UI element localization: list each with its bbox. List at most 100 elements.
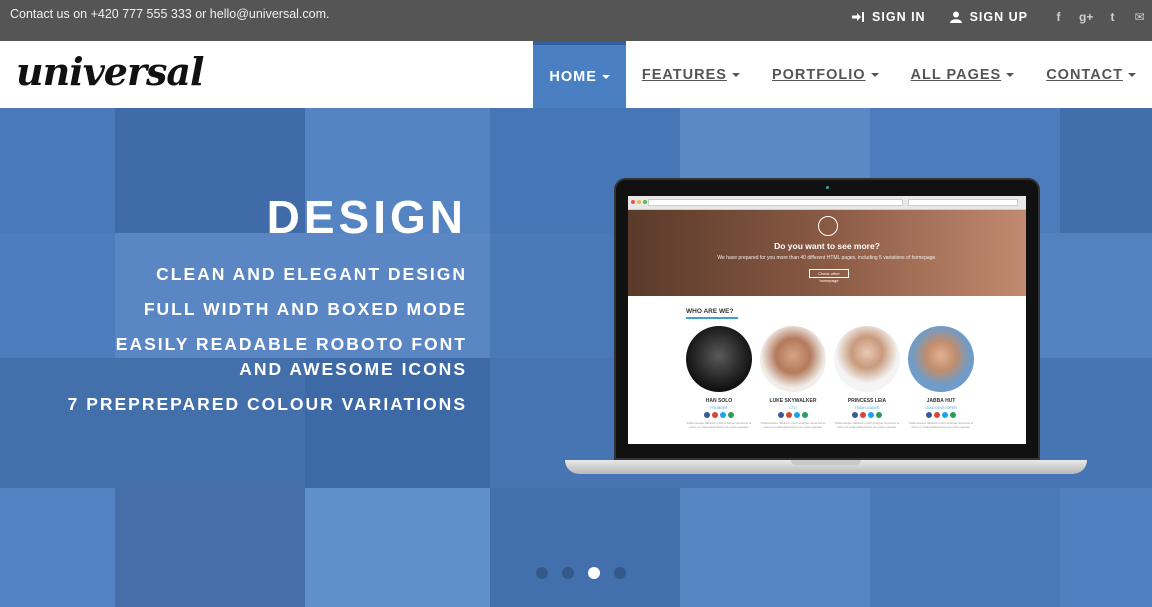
email-icon [728,412,734,418]
email-icon [950,412,956,418]
nav-item-portfolio[interactable]: PORTFOLIO [756,41,895,108]
sign-up-label: SIGN UP [969,10,1028,24]
background-tile [1060,488,1152,607]
email-icon[interactable]: ✉ [1133,10,1146,24]
document-icon [818,216,838,236]
chevron-down-icon [870,72,879,77]
window-dot [631,200,635,204]
hero-feature-list: CLEAN AND ELEGANT DESIGN FULL WIDTH AND … [68,262,467,417]
member-social [908,412,974,418]
google-plus-icon [934,412,940,418]
nav-item-contact[interactable]: CONTACT [1030,41,1152,108]
mock-search-bar [908,199,1018,206]
hero-feature: FULL WIDTH AND BOXED MODE [143,299,467,319]
nav-item-home[interactable]: HOME [533,41,626,108]
nav-item-label: CONTACT [1046,66,1123,83]
window-dot [637,200,641,204]
nav-item-label: ALL PAGES [910,66,1002,83]
google-plus-icon[interactable]: g+ [1079,10,1093,24]
laptop-base [565,460,1087,474]
hero-feature: EASILY READABLE ROBOTO FONT AND AWESOME … [87,332,467,382]
background-tile [115,488,305,607]
chevron-down-icon [731,72,740,77]
google-plus-icon [860,412,866,418]
avatar [908,326,974,392]
facebook-icon[interactable]: f [1052,10,1065,24]
background-tile [490,488,680,607]
mock-team-member: JABBA HUT LEAD DEVELOPER Pellentesque ha… [908,326,974,429]
member-blurb: Pellentesque habitant morbi tristique se… [908,421,974,429]
google-plus-icon [712,412,718,418]
hero-slider: DESIGN CLEAN AND ELEGANT DESIGN FULL WID… [0,108,1152,607]
avatar [760,326,826,392]
member-social [834,412,900,418]
mock-team-member: HAN SOLO FOUNDER Pellentesque habitant m… [686,326,752,429]
top-bar: Contact us on +420 777 555 333 or hello@… [0,0,1152,41]
twitter-icon[interactable]: t [1106,10,1119,24]
laptop-display: Do you want to see more? We have prepare… [628,196,1026,444]
chevron-down-icon [1128,72,1136,77]
brand-logo[interactable]: universal [16,49,204,94]
member-name: LUKE SKYWALKER [769,398,817,404]
social-links: f g+ t ✉ [1052,10,1146,24]
sign-in-link[interactable]: SIGN IN [852,10,926,24]
auth-links: SIGN IN SIGN UP [852,10,1028,24]
laptop-mockup: Do you want to see more? We have prepare… [565,178,1087,478]
chevron-down-icon [601,74,610,79]
laptop-notch [791,460,861,465]
facebook-icon [926,412,932,418]
email-icon [802,412,808,418]
laptop-camera [826,186,829,189]
sign-in-label: SIGN IN [872,10,926,24]
mock-section-title: WHO ARE WE? [686,308,734,315]
mock-section-underline [686,317,738,319]
mock-hero: Do you want to see more? We have prepare… [628,210,1026,296]
member-name: JABBA HUT [926,398,956,404]
nav-item-label: HOME [549,68,597,85]
avatar [686,326,752,392]
background-tile [305,488,490,607]
user-icon [949,11,962,23]
hero-feature: CLEAN AND ELEGANT DESIGN [156,264,467,284]
main-navbar: universal HOME FEATURES PORTFOLIO ALL PA… [0,41,1152,108]
mock-button: Check other homepage [809,269,849,283]
hero-feature-text: EASILY READABLE ROBOTO FONT AND AWESOME … [115,334,467,379]
member-role: FOUNDER [710,406,728,410]
background-tile [680,488,870,607]
hero-caption: DESIGN CLEAN AND ELEGANT DESIGN FULL WID… [68,190,467,427]
main-menu: HOME FEATURES PORTFOLIO ALL PAGES CONTAC… [533,41,1152,108]
nav-item-all-pages[interactable]: ALL PAGES [895,41,1031,108]
mock-team-member: LUKE SKYWALKER CTO Pellentesque habitant… [760,326,826,429]
mock-team-list: HAN SOLO FOUNDER Pellentesque habitant m… [686,326,974,429]
slider-pagination [536,567,626,579]
member-role: TEAM LEADER [854,406,880,410]
nav-item-features[interactable]: FEATURES [626,41,756,108]
slider-dot[interactable] [614,567,626,579]
window-dot [643,200,647,204]
member-social [686,412,752,418]
twitter-icon [868,412,874,418]
member-role: CTO [789,406,797,410]
sign-up-link[interactable]: SIGN UP [949,10,1028,24]
mock-url-bar [648,199,903,206]
sign-in-icon [852,12,865,22]
contact-info: Contact us on +420 777 555 333 or hello@… [10,7,330,21]
mock-headline: Do you want to see more? [774,241,880,251]
mock-subtext: We have prepared for you more than 40 di… [717,255,937,261]
mock-browser-bar [628,196,1026,210]
member-blurb: Pellentesque habitant morbi tristique se… [834,421,900,429]
facebook-icon [852,412,858,418]
hero-feature: 7 PREPREPARED COLOUR VARIATIONS [67,394,467,414]
laptop-screen: Do you want to see more? We have prepare… [614,178,1040,460]
member-blurb: Pellentesque habitant morbi tristique se… [686,421,752,429]
hero-title: DESIGN [266,191,467,243]
member-name: PRINCESS LEIA [847,398,887,404]
slider-dot[interactable] [562,567,574,579]
slider-dot-active[interactable] [588,567,600,579]
mock-team-member: PRINCESS LEIA TEAM LEADER Pellentesque h… [834,326,900,429]
google-plus-icon [786,412,792,418]
slider-dot[interactable] [536,567,548,579]
nav-item-label: PORTFOLIO [771,66,866,83]
twitter-icon [794,412,800,418]
email-icon [876,412,882,418]
